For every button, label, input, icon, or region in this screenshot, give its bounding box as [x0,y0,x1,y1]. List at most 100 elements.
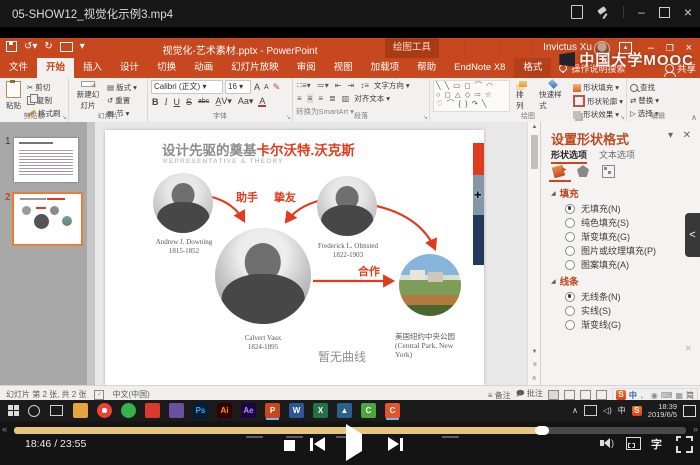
normal-view-icon[interactable] [548,390,559,400]
chinese-mode-icon[interactable]: 中 [629,390,637,401]
task-view-icon[interactable] [50,405,63,416]
sogou-tray-icon[interactable]: S [632,406,642,416]
bold-button[interactable]: B [151,97,160,107]
tab-home[interactable]: 开始 [37,58,74,78]
shape-fill-button[interactable]: 形状填充▾ [573,82,623,93]
option-gradient-fill[interactable]: 渐变填充(G) [565,230,630,243]
clear-format-abc-button[interactable]: abc [197,98,210,105]
shrink-font-icon[interactable]: A [263,84,270,91]
fill-section-header[interactable]: ◢ 填充 [551,186,579,200]
toolbox-icon[interactable]: ▦ [675,391,683,400]
slide-sorter-icon[interactable] [564,390,575,400]
reset-button[interactable]: ↺重置 [107,95,137,106]
emoji-icon[interactable]: ◉ [651,391,658,400]
tab-addins[interactable]: 加载项 [362,58,409,78]
action-center-icon[interactable] [683,405,696,417]
edge-shape-red[interactable] [473,143,484,175]
taskbar-clock[interactable]: 18:39 2019/6/5 [648,403,677,419]
font-name-combo[interactable]: Calibri (正文) ▾ [151,80,223,94]
tab-help[interactable]: 帮助 [408,58,445,78]
grow-font-icon[interactable]: A [253,82,261,92]
illustrator-icon[interactable]: Ai [217,403,232,418]
portrait-downing[interactable] [153,173,213,233]
rewind-icon[interactable]: « [2,424,7,434]
tab-animations[interactable]: 动画 [185,58,222,78]
stop-button[interactable] [284,440,295,451]
reading-view-icon[interactable] [580,390,591,400]
play-button[interactable] [346,434,362,452]
option-no-line[interactable]: 无线条(N) [565,290,621,303]
caption-central-park[interactable]: 美国纽约中央公园 (Central Park, New York) [395,332,483,359]
option-solid-line[interactable]: 实线(S) [565,304,611,317]
tab-slideshow[interactable]: 幻灯片放映 [222,58,288,78]
close-icon[interactable]: × [684,6,692,18]
option-gradient-line[interactable]: 渐变线(G) [565,318,621,331]
tab-insert[interactable]: 插入 [74,58,111,78]
portrait-olmsted[interactable] [317,176,377,236]
drawing-dialog-launcher[interactable]: ↘ [620,114,625,121]
photos-icon[interactable]: ▲ [337,403,352,418]
open-file-icon[interactable] [571,5,583,19]
align-left-icon[interactable]: ≡ [296,94,303,103]
strikethrough-button[interactable]: S [185,97,193,107]
playlist-collapse-tab[interactable]: < [685,213,700,257]
search-icon[interactable] [28,405,40,417]
line-section-header[interactable]: ◢ 线条 [551,274,579,288]
layout-button[interactable]: ▤版式▾ [107,82,137,93]
new-slide-button[interactable]: 新建幻灯片 [72,80,104,112]
camtasia-orange-icon[interactable]: C [385,403,400,418]
italic-button[interactable]: I [164,97,169,107]
justify-icon[interactable]: ≣ [328,94,337,103]
after-effects-icon[interactable]: Ae [241,403,256,418]
central-park-photo[interactable] [399,254,461,316]
undo-icon[interactable]: ↺▾ [24,41,37,52]
customize-qat-icon[interactable]: ▾ [80,41,85,52]
paragraph-dialog-launcher[interactable]: ↘ [423,114,428,121]
tab-text-options[interactable]: 文本选项 [599,148,635,164]
proofing-icon[interactable]: ✓ [94,390,104,400]
purple-app-icon[interactable] [169,403,184,418]
clipboard-dialog-launcher[interactable]: ↘ [62,114,67,121]
label-close-friend[interactable]: 挚友 [274,189,296,205]
numbering-icon[interactable]: ≔▾ [316,81,330,90]
next-button[interactable] [388,437,403,451]
seek-handle[interactable] [535,426,549,435]
camtasia-green-icon[interactable]: C [361,403,376,418]
effects-icon[interactable] [577,165,589,177]
save-icon[interactable] [6,41,17,52]
word-icon[interactable]: W [289,403,304,418]
bullets-icon[interactable]: ∷≡▾ [296,81,312,90]
shapes-gallery[interactable]: ╲ ╲ ▭ ◻ ⌒ ◠ ○ ◻ △ ◇ ⇨ ☆ ♡ ⌒ { } ↷ ╲ [433,80,510,112]
forward-icon[interactable]: » [693,424,698,434]
tab-view[interactable]: 视图 [325,58,362,78]
red-app-icon[interactable] [145,403,160,418]
photoshop-icon[interactable]: Ps [193,403,208,418]
tab-format[interactable]: 格式 [514,58,551,78]
previous-button[interactable] [310,437,325,451]
slide-scrollbar[interactable]: ▲ ▼ « « [527,122,541,385]
sogou-logo-icon[interactable]: S [616,390,626,400]
caption-downing[interactable]: Andrew J. Downing 1815-1852 [129,238,239,256]
collapse-ribbon-icon[interactable]: ∧ [691,113,697,122]
tab-review[interactable]: 审阅 [288,58,325,78]
cut-button[interactable]: ✂剪切 [27,82,61,93]
replace-button[interactable]: ⇄替换▾ [630,95,659,106]
find-button[interactable]: 查找 [630,82,659,93]
notes-button[interactable]: ≡ 备注 [488,390,511,401]
caption-olmsted[interactable]: Frederick L. Olmsted 1822-1903 [295,242,401,260]
tab-design[interactable]: 设计 [111,58,148,78]
tab-endnote[interactable]: EndNote X8 [445,58,514,78]
arrange-button[interactable]: 排列 [513,80,533,112]
caption-vaux[interactable]: Calvert Vaux 1824-1895 [210,334,316,352]
paste-button[interactable]: 粘贴 [3,80,24,112]
tab-file[interactable]: 文件 [0,58,37,78]
increase-indent-icon[interactable]: ⇥ [347,81,356,90]
line-spacing-icon[interactable]: ↕≡ [359,81,370,90]
start-slideshow-icon[interactable] [60,42,73,52]
panel-close-icon[interactable]: ✕ [683,130,691,141]
option-picture-fill[interactable]: 图片或纹理填充(P) [565,244,656,257]
volume-tray-icon[interactable]: ◁) [603,406,612,415]
punctuation-icon[interactable]: ， [640,390,648,401]
tray-expand-icon[interactable]: ∧ [572,406,578,415]
underline-button[interactable]: U [173,97,182,107]
